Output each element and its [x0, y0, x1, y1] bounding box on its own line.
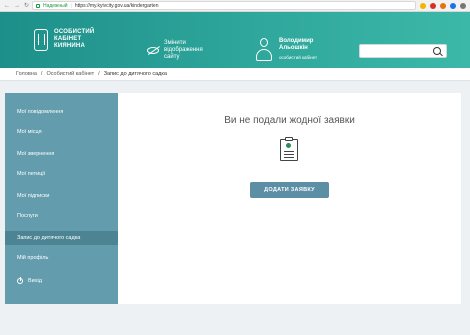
breadcrumb-separator: /: [40, 71, 43, 77]
accessibility-line: відображення: [164, 47, 203, 53]
url-text: https://my.kyivcity.gov.ua/kindergarten: [74, 2, 159, 9]
browser-extensions: [420, 2, 470, 9]
lock-icon: [36, 3, 40, 8]
menu-icon[interactable]: [460, 2, 466, 9]
sidebar-item-label: Мій профіль: [17, 255, 49, 261]
sidebar-item-label: Мої підписки: [17, 193, 50, 199]
sidebar-item-kindergarten[interactable]: Запис до дитячого садка: [5, 231, 118, 245]
breadcrumb-current: Запис до дитячого садка: [103, 71, 167, 77]
sidebar-item-logout[interactable]: Вихід: [5, 274, 118, 288]
sidebar-item-appeals[interactable]: Мої звернення: [5, 147, 118, 161]
user-name-line: Володимир: [279, 38, 314, 44]
sidebar-item-profile[interactable]: Мій профіль: [5, 251, 118, 265]
clipboard-badge: [286, 143, 291, 148]
sidebar-item-label: Мої звернення: [17, 151, 55, 157]
sidebar-item-petitions[interactable]: Мої петиції: [5, 167, 118, 181]
sidebar-item-label: Мої повідомлення: [17, 109, 64, 115]
clipboard-line: [284, 151, 294, 153]
sidebar-item-label: Запис до дитячого садка: [17, 235, 81, 241]
site-brand[interactable]: ОСОБИСТИЙ КАБІНЕТ КИЯНИНА: [54, 29, 94, 50]
empty-state-title: Ви не подали жодної заявки: [224, 115, 355, 126]
extension-icon[interactable]: [430, 2, 436, 9]
reload-icon[interactable]: ↻: [24, 3, 29, 9]
sidebar-item-subscriptions[interactable]: Мої підписки: [5, 189, 118, 203]
accessibility-toggle[interactable]: Змінити відображення сайту: [164, 40, 203, 61]
url-separator: |: [70, 2, 72, 9]
user-role: особистий кабінет: [279, 55, 318, 60]
user-name-line: Альошкін: [279, 45, 308, 51]
sidebar-item-services[interactable]: Послуги: [5, 209, 118, 223]
kyiv-logo-icon[interactable]: [34, 29, 48, 51]
site-header: ОСОБИСТИЙ КАБІНЕТ КИЯНИНА Змінити відобр…: [0, 12, 470, 68]
extension-icon[interactable]: [450, 2, 456, 9]
sidebar-item-label: Послуги: [17, 213, 38, 219]
accessibility-line: Змінити: [164, 40, 186, 46]
clipboard-clip: [285, 137, 293, 141]
breadcrumb-home[interactable]: Головна: [16, 71, 37, 77]
clipboard-line: [284, 154, 294, 156]
browser-toolbar: ← → ↻ Надежный | https://my.kyivcity.gov…: [0, 0, 470, 12]
forward-icon[interactable]: →: [14, 3, 20, 9]
user-menu[interactable]: Володимир Альошкін особистий кабінет: [279, 38, 317, 61]
clipboard-line: [284, 157, 294, 159]
sidebar: Мої повідомлення Мої місця Мої звернення…: [5, 93, 118, 304]
brand-line: КАБІНЕТ: [54, 36, 82, 42]
breadcrumb: Головна / Особистий кабінет / Запис до д…: [0, 68, 470, 81]
extension-icon[interactable]: [420, 2, 426, 9]
search-icon[interactable]: [433, 47, 441, 55]
brand-line: КИЯНИНА: [54, 43, 85, 49]
eye-slash-icon[interactable]: [147, 47, 159, 54]
brand-line: ОСОБИСТИЙ: [54, 29, 95, 35]
sidebar-item-label: Вихід: [28, 278, 42, 284]
back-icon[interactable]: ←: [4, 3, 10, 9]
avatar-head: [260, 38, 268, 47]
accessibility-line: сайту: [164, 54, 180, 60]
main-content: Ви не подали жодної заявки ДОДАТИ ЗАЯВКУ: [118, 93, 461, 304]
sidebar-item-messages[interactable]: Мої повідомлення: [5, 105, 118, 119]
browser-nav: ← → ↻: [0, 3, 32, 9]
search-input[interactable]: [363, 47, 431, 56]
extension-icon[interactable]: [440, 2, 446, 9]
logout-icon: [17, 277, 23, 284]
user-avatar-icon[interactable]: [255, 38, 273, 62]
address-bar[interactable]: Надежный | https://my.kyivcity.gov.ua/ki…: [32, 1, 416, 10]
breadcrumb-cabinet[interactable]: Особистий кабінет: [46, 71, 94, 77]
sidebar-item-label: Мої петиції: [17, 171, 46, 177]
security-label: Надежный: [43, 2, 68, 9]
sidebar-item-places[interactable]: Мої місця: [5, 125, 118, 139]
add-application-button[interactable]: ДОДАТИ ЗАЯВКУ: [250, 182, 329, 198]
avatar-body: [256, 49, 272, 61]
clipboard-icon: [280, 137, 298, 161]
search-box: [359, 44, 447, 58]
sidebar-item-label: Мої місця: [17, 129, 42, 135]
breadcrumb-separator: /: [98, 71, 100, 77]
